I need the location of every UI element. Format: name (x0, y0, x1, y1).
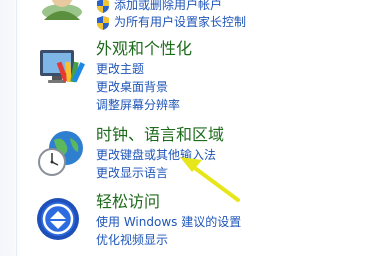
clock-globe-icon[interactable] (36, 128, 86, 178)
optimize-display-link[interactable]: 优化视频显示 (96, 233, 168, 248)
recommended-settings-link[interactable]: 使用 Windows 建议的设置 (96, 215, 241, 230)
change-display-language-link[interactable]: 更改显示语言 (96, 166, 168, 181)
uac-shield-icon (97, 0, 109, 13)
ease-of-access-icon[interactable] (36, 195, 86, 245)
parental-controls-label: 为所有用户设置家长控制 (114, 15, 247, 29)
add-remove-user-link[interactable]: 添加或删除用户帐户 (96, 0, 222, 13)
ease-of-access-title[interactable]: 轻松访问 (96, 193, 160, 211)
uac-shield-icon (97, 15, 109, 30)
add-remove-user-label: 添加或删除用户帐户 (114, 0, 223, 12)
appearance-personalization-icon[interactable] (36, 44, 86, 94)
change-desktop-background-link[interactable]: 更改桌面背景 (96, 80, 168, 95)
appearance-title[interactable]: 外观和个性化 (96, 40, 192, 58)
left-nav-strip (0, 0, 20, 256)
user-accounts-icon (42, 0, 82, 20)
change-keyboard-link[interactable]: 更改键盘或其他输入法 (96, 148, 216, 163)
change-theme-link[interactable]: 更改主题 (96, 62, 144, 77)
parental-controls-link[interactable]: 为所有用户设置家长控制 (96, 15, 246, 30)
clock-language-title[interactable]: 时钟、语言和区域 (96, 126, 224, 144)
adjust-resolution-link[interactable]: 调整屏幕分辨率 (96, 98, 180, 113)
